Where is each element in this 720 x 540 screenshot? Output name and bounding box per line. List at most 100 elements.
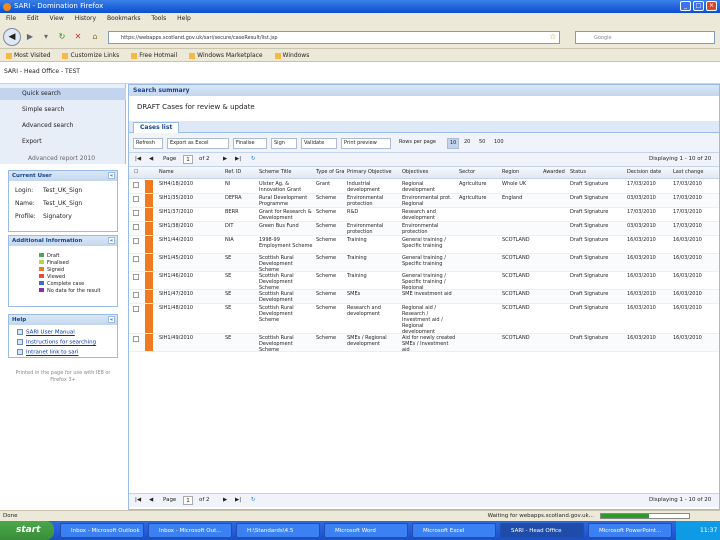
col-awarded[interactable]: Awarded (543, 169, 567, 175)
table-row[interactable]: SIH1/46/2010 SE Scottish Rural Development… (129, 272, 719, 290)
next-page-icon[interactable]: ▶ (223, 497, 227, 503)
bookmark-free-hotmail[interactable]: Free Hotmail (131, 52, 177, 59)
reload-icon[interactable]: ↻ (57, 32, 67, 42)
menu-file[interactable]: File (6, 15, 16, 22)
table-row[interactable]: SIH1/49/2010 SE Scottish Rural Development… (129, 334, 719, 352)
table-row[interactable]: SIH1/47/2010 SE Scottish Rural Development… (129, 290, 719, 304)
help-link-user-manual[interactable]: SARI User Manual (17, 329, 75, 336)
col-last-change[interactable]: Last change (673, 169, 717, 175)
bookmark-customize-links[interactable]: Customize Links (62, 52, 119, 59)
url-bar[interactable]: https://webapps.scotland.gov.uk/sari/sec… (108, 31, 560, 44)
collapse-icon[interactable]: « (108, 172, 115, 179)
last-page-icon[interactable]: ▶| (235, 156, 241, 162)
print-preview-button[interactable]: Print preview (341, 138, 391, 149)
prev-page-icon[interactable]: ◀ (149, 497, 153, 503)
close-window-button[interactable]: × (706, 1, 717, 11)
task-outlook-1[interactable]: Inbox - Microsoft Outlook (60, 523, 144, 538)
page-size-50[interactable]: 50 (477, 138, 489, 149)
sidebar-item-advanced-search[interactable]: Advanced search (22, 122, 73, 129)
last-page-icon[interactable]: ▶| (235, 497, 241, 503)
maximize-button[interactable]: □ (693, 1, 704, 11)
first-page-icon[interactable]: |◀ (135, 497, 141, 503)
task-outlook-2[interactable]: Inbox - Microsoft Out... (148, 523, 232, 538)
col-status[interactable]: Status (570, 169, 624, 175)
history-dropdown-icon[interactable]: ▾ (41, 32, 51, 42)
task-firefox-sari[interactable]: SARI - Head Office (500, 523, 584, 538)
back-button[interactable]: ◀ (3, 28, 21, 46)
search-input[interactable]: Google (575, 31, 715, 44)
legend-swatch (39, 253, 44, 257)
row-checkbox[interactable] (133, 306, 139, 312)
table-row[interactable]: SIH1/44/2010 NIA 1998-99 Employment Scheme… (129, 236, 719, 254)
help-link-instructions[interactable]: Instructions for searching (17, 339, 96, 346)
bookmark-star-icon[interactable]: ☆ (548, 32, 558, 42)
task-excel[interactable]: Microsoft Excel (412, 523, 496, 538)
task-word[interactable]: Microsoft Word (324, 523, 408, 538)
menu-tools[interactable]: Tools (151, 15, 166, 22)
menu-view[interactable]: View (50, 15, 64, 22)
menu-help[interactable]: Help (177, 15, 191, 22)
export-excel-button[interactable]: Export as Excel (167, 138, 229, 149)
task-explorer[interactable]: H:\Standards\4.5 (236, 523, 320, 538)
col-type-of-grant[interactable]: Type of Grant (316, 169, 344, 175)
row-checkbox[interactable] (133, 210, 139, 216)
forward-button[interactable]: ▶ (25, 32, 35, 42)
col-sector[interactable]: Sector (459, 169, 499, 175)
prev-page-icon[interactable]: ◀ (149, 156, 153, 162)
validate-button[interactable]: Validate (301, 138, 337, 149)
collapse-icon[interactable]: « (108, 316, 115, 323)
page-size-10[interactable]: 10 (447, 138, 459, 149)
table-row[interactable]: SIH1/45/2010 SE Scottish Rural Development… (129, 254, 719, 272)
col-name[interactable]: Name (159, 169, 219, 175)
bookmark-windows-marketplace[interactable]: Windows Marketplace (189, 52, 263, 59)
stop-icon[interactable]: ✕ (73, 32, 83, 42)
sidebar-item-simple-search[interactable]: Simple search (22, 106, 64, 113)
home-icon[interactable]: ⌂ (90, 32, 100, 42)
minimize-button[interactable]: _ (680, 1, 691, 11)
table-row[interactable]: SIH1/38/2010 DIT Green Bus Fund Scheme Envir… (129, 222, 719, 236)
sidebar-item-quick-search[interactable]: Quick search (0, 88, 126, 100)
refresh-icon[interactable]: ↻ (251, 497, 256, 503)
sign-button[interactable]: Sign (271, 138, 297, 149)
start-button[interactable]: start (0, 521, 54, 540)
col-region[interactable]: Region (502, 169, 540, 175)
refresh-icon[interactable]: ↻ (251, 156, 256, 162)
refresh-button[interactable]: Refresh (133, 138, 163, 149)
bookmark-windows[interactable]: Windows (274, 52, 309, 59)
menu-edit[interactable]: Edit (27, 15, 39, 22)
sidebar-item-export[interactable]: Export (22, 138, 42, 145)
table-row[interactable]: SIH1/48/2010 SE Scottish Rural Development… (129, 304, 719, 334)
collapse-icon[interactable]: « (108, 237, 115, 244)
menu-bookmarks[interactable]: Bookmarks (107, 15, 141, 22)
col-ref[interactable]: Ref. ID (225, 169, 251, 175)
page-number-input[interactable]: 1 (183, 155, 193, 164)
row-checkbox[interactable] (133, 182, 139, 188)
finalise-button[interactable]: Finalise (233, 138, 267, 149)
menu-history[interactable]: History (75, 15, 96, 22)
table-row[interactable]: SIH1/37/2010 BERR Grant for Research & Dev… (129, 208, 719, 222)
row-checkbox[interactable] (133, 256, 139, 262)
row-checkbox[interactable] (133, 274, 139, 280)
row-checkbox[interactable] (133, 224, 139, 230)
page-size-20[interactable]: 20 (462, 138, 474, 149)
select-all-checkbox[interactable]: ☐ (134, 169, 138, 175)
row-checkbox[interactable] (133, 292, 139, 298)
row-checkbox[interactable] (133, 336, 139, 342)
col-decision-date[interactable]: Decision date (627, 169, 671, 175)
page-size-100[interactable]: 100 (492, 138, 508, 149)
table-row[interactable]: SIH4/18/2010 NI Ulster Ag. & Innovation Gr… (129, 180, 719, 194)
row-checkbox[interactable] (133, 196, 139, 202)
first-page-icon[interactable]: |◀ (135, 156, 141, 162)
col-objectives[interactable]: Objectives (402, 169, 456, 175)
bookmark-most-visited[interactable]: Most Visited (6, 52, 51, 59)
row-checkbox[interactable] (133, 238, 139, 244)
page-number-input[interactable]: 1 (183, 496, 193, 505)
tab-cases-list[interactable]: Cases list (133, 122, 180, 133)
help-link-intranet[interactable]: Intranet link to sari (17, 349, 78, 356)
col-scheme-title[interactable]: Scheme Title (259, 169, 313, 175)
task-powerpoint[interactable]: Microsoft PowerPoint... (588, 523, 672, 538)
table-row[interactable]: SIH1/35/2010 DEFRA Rural Development Progr… (129, 194, 719, 208)
next-page-icon[interactable]: ▶ (223, 156, 227, 162)
col-primary-objective[interactable]: Primary Objective (347, 169, 399, 175)
sidebar-item-advanced-report[interactable]: Advanced report 2010 (28, 155, 95, 162)
